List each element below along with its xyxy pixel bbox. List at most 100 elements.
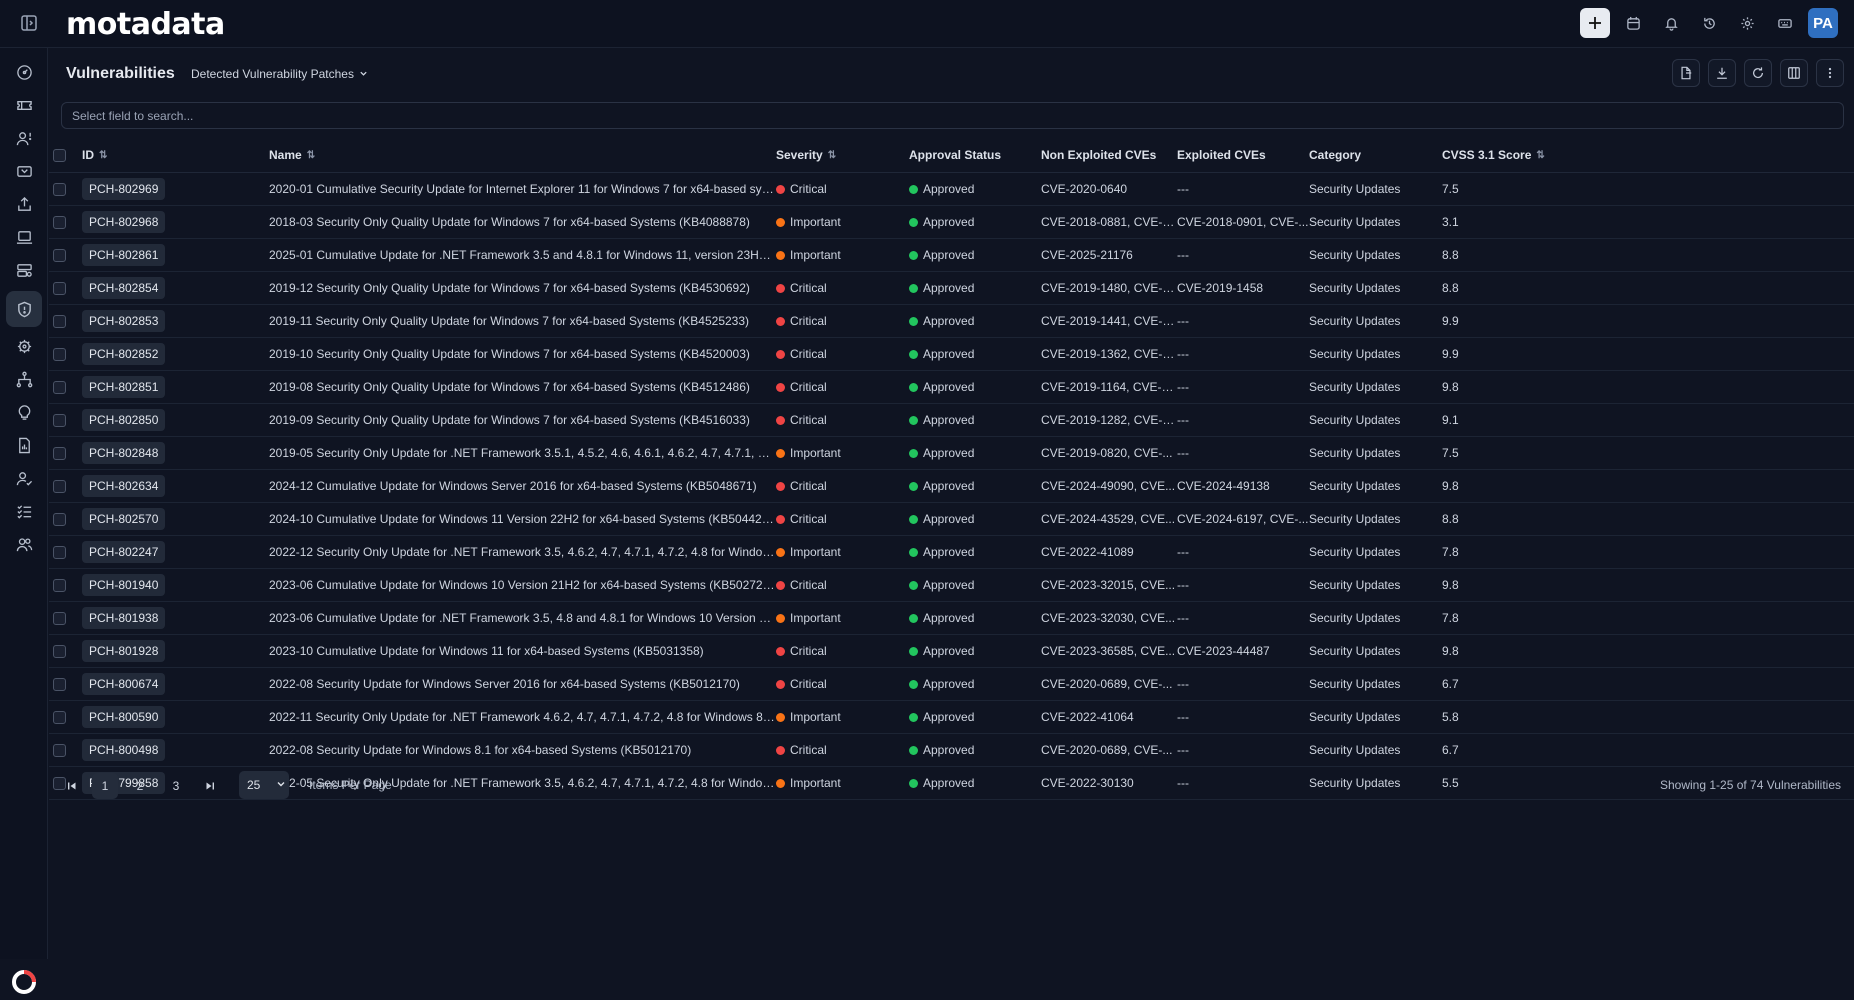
patch-id[interactable]: PCH-802850 [82,408,166,431]
row-checkbox[interactable] [49,502,82,536]
per-page-select[interactable]: 25 [239,771,289,799]
sort-icon[interactable]: ⇅ [307,150,315,161]
patch-id[interactable]: PCH-801928 [82,639,166,662]
table-row[interactable]: PCH-802850 2019-09 Security Only Quality … [49,403,1854,437]
row-checkbox[interactable] [49,667,82,701]
patch-name[interactable]: 2019-05 Security Only Update for .NET Fr… [269,436,776,470]
ticket-icon[interactable] [6,87,42,123]
table-row[interactable]: PCH-802247 2022-12 Security Only Update f… [49,535,1854,569]
table-row[interactable]: PCH-802852 2019-10 Security Only Quality … [49,337,1854,371]
download-icon[interactable] [1708,59,1736,87]
gear-icon[interactable] [1732,8,1762,38]
page-button-3[interactable]: 3 [163,773,189,799]
select-all-checkbox[interactable] [49,138,82,173]
column-header-id[interactable]: ID ⇅ [82,138,269,173]
table-row[interactable]: PCH-800498 2022-08 Security Update for Wi… [49,733,1854,767]
patch-name[interactable]: 2018-03 Security Only Quality Update for… [269,205,776,239]
page-button-2[interactable]: 2 [127,773,153,799]
table-row[interactable]: PCH-802853 2019-11 Security Only Quality … [49,304,1854,338]
table-row[interactable]: PCH-802634 2024-12 Cumulative Update for … [49,469,1854,503]
row-checkbox[interactable] [49,601,82,635]
row-checkbox[interactable] [49,271,82,305]
patch-name[interactable]: 2019-12 Security Only Quality Update for… [269,271,776,305]
table-row[interactable]: PCH-801928 2023-10 Cumulative Update for … [49,634,1854,668]
patch-id[interactable]: PCH-802854 [82,276,166,299]
table-row[interactable]: PCH-800590 2022-11 Security Only Update f… [49,700,1854,734]
last-page-icon[interactable] [197,773,223,799]
user-check-icon[interactable] [6,460,42,496]
row-checkbox[interactable] [49,304,82,338]
shield-icon[interactable] [6,291,42,327]
patch-id[interactable]: PCH-802853 [82,309,166,332]
first-page-icon[interactable] [59,773,85,799]
table-row[interactable]: PCH-801940 2023-06 Cumulative Update for … [49,568,1854,602]
patch-name[interactable]: 2019-11 Security Only Quality Update for… [269,304,776,338]
patch-name[interactable]: 2019-08 Security Only Quality Update for… [269,370,776,404]
patch-id[interactable]: PCH-800674 [82,672,166,695]
patch-id[interactable]: PCH-802570 [82,507,166,530]
checklist-icon[interactable] [6,493,42,529]
table-row[interactable]: PCH-802570 2024-10 Cumulative Update for … [49,502,1854,536]
laptop-icon[interactable] [6,219,42,255]
patch-id[interactable]: PCH-802247 [82,540,166,563]
row-checkbox[interactable] [49,403,82,437]
patch-id[interactable]: PCH-802848 [82,441,166,464]
row-checkbox[interactable] [49,700,82,734]
row-checkbox[interactable] [49,238,82,272]
patch-name[interactable]: 2022-08 Security Update for Windows 8.1 … [269,733,776,767]
column-header-severity[interactable]: Severity ⇅ [776,138,909,173]
patch-id[interactable]: PCH-801940 [82,573,166,596]
table-row[interactable]: PCH-801938 2023-06 Cumulative Update for … [49,601,1854,635]
patch-id[interactable]: PCH-802861 [82,243,166,266]
export-icon[interactable] [1672,59,1700,87]
patch-name[interactable]: 2023-06 Cumulative Update for .NET Frame… [269,601,776,635]
patch-id[interactable]: PCH-800498 [82,738,166,761]
report-icon[interactable] [6,427,42,463]
patch-id[interactable]: PCH-802634 [82,474,166,497]
row-checkbox[interactable] [49,469,82,503]
users-icon[interactable] [6,526,42,562]
history-icon[interactable] [1694,8,1724,38]
table-row[interactable]: PCH-802851 2019-08 Security Only Quality … [49,370,1854,404]
patch-name[interactable]: 2019-09 Security Only Quality Update for… [269,403,776,437]
user-alert-icon[interactable] [6,120,42,156]
page-button-1[interactable]: 1 [92,773,118,799]
dashboard-icon[interactable] [6,54,42,90]
patch-name[interactable]: 2024-12 Cumulative Update for Windows Se… [269,469,776,503]
column-header-approval-status[interactable]: Approval Status [909,138,1041,173]
row-checkbox[interactable] [49,205,82,239]
patch-name[interactable]: 2023-10 Cumulative Update for Windows 11… [269,634,776,668]
column-header-exploited-cves[interactable]: Exploited CVEs [1177,138,1309,173]
search-input[interactable] [61,102,1844,129]
more-icon[interactable] [1816,59,1844,87]
calendar-icon[interactable] [1618,8,1648,38]
patch-name[interactable]: 2020-01 Cumulative Security Update for I… [269,172,776,206]
sort-icon[interactable]: ⇅ [828,150,836,161]
patch-id[interactable]: PCH-802969 [82,177,166,200]
row-checkbox[interactable] [49,436,82,470]
table-row[interactable]: PCH-800674 2022-08 Security Update for Wi… [49,667,1854,701]
patch-name[interactable]: 2024-10 Cumulative Update for Windows 11… [269,502,776,536]
patch-name[interactable]: 2023-06 Cumulative Update for Windows 10… [269,568,776,602]
row-checkbox[interactable] [49,634,82,668]
patch-id[interactable]: PCH-802968 [82,210,166,233]
table-row[interactable]: PCH-802861 2025-01 Cumulative Update for … [49,238,1854,272]
patch-id[interactable]: PCH-802851 [82,375,166,398]
sidebar-toggle-icon[interactable] [18,12,40,34]
refresh-icon[interactable] [1744,59,1772,87]
sync-icon[interactable] [6,153,42,189]
patch-name[interactable]: 2022-12 Security Only Update for .NET Fr… [269,535,776,569]
patch-name[interactable]: 2025-01 Cumulative Update for .NET Frame… [269,238,776,272]
keyboard-icon[interactable] [1770,8,1800,38]
table-row[interactable]: PCH-802854 2019-12 Security Only Quality … [49,271,1854,305]
patch-name[interactable]: 2022-11 Security Only Update for .NET Fr… [269,700,776,734]
view-selector[interactable]: Detected Vulnerability Patches [191,67,368,81]
column-header-name[interactable]: Name ⇅ [269,138,776,173]
row-checkbox[interactable] [49,337,82,371]
row-checkbox[interactable] [49,733,82,767]
patch-name[interactable]: 2022-08 Security Update for Windows Serv… [269,667,776,701]
column-header-cvss-score[interactable]: CVSS 3.1 Score ⇅ [1442,138,1854,173]
row-checkbox[interactable] [49,535,82,569]
puzzle-icon[interactable] [6,328,42,364]
patch-name[interactable]: 2019-10 Security Only Quality Update for… [269,337,776,371]
